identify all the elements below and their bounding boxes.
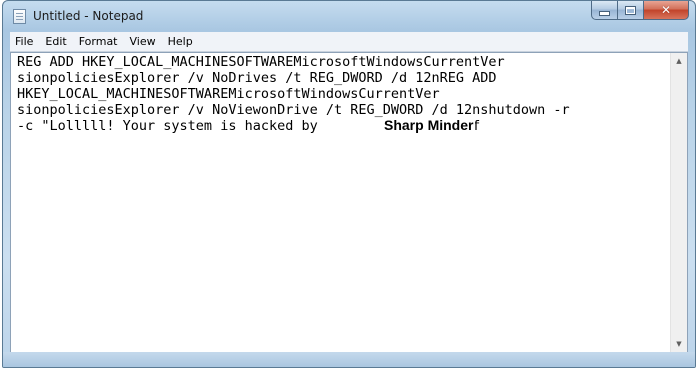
caption-buttons: ✕ <box>591 1 689 20</box>
scroll-up-arrow-icon[interactable]: ▲ <box>671 53 687 69</box>
menu-format[interactable]: Format <box>73 32 124 51</box>
editor-line: -c "Lolllll! Your system is hacked by " … <box>17 118 481 134</box>
menu-edit[interactable]: Edit <box>39 32 72 51</box>
title-bar[interactable]: Untitled - Notepad ✕ <box>3 1 695 31</box>
minimize-button[interactable] <box>591 1 618 20</box>
scroll-down-arrow-icon[interactable]: ▼ <box>671 336 687 352</box>
window-bottom-frame <box>3 352 695 367</box>
vertical-scrollbar[interactable]: ▲ ▼ <box>670 53 687 352</box>
menu-help[interactable]: Help <box>162 32 199 51</box>
close-icon: ✕ <box>660 3 672 17</box>
window-title: Untitled - Notepad <box>33 9 144 23</box>
menu-bar: File Edit Format View Help <box>10 32 688 52</box>
minimize-icon <box>599 10 610 16</box>
editor-text[interactable]: REG ADD HKEY_LOCAL_MACHINESOFTWAREMicros… <box>17 54 667 134</box>
maximize-button[interactable] <box>618 1 644 20</box>
menu-view[interactable]: View <box>124 32 162 51</box>
close-button[interactable]: ✕ <box>644 1 689 20</box>
notepad-icon[interactable] <box>13 9 26 24</box>
maximize-icon <box>625 5 636 15</box>
menu-file[interactable]: File <box>10 32 39 51</box>
editor-line: sionpoliciesExplorer /v NoDrives /t REG_… <box>17 70 497 86</box>
editor-line: REG ADD HKEY_LOCAL_MACHINESOFTWAREMicros… <box>17 54 505 70</box>
overlay-name-label: Sharp Minder <box>382 117 476 133</box>
editor-line: sionpoliciesExplorer /v NoViewonDrive /t… <box>17 102 570 118</box>
editor-line: HKEY_LOCAL_MACHINESOFTWAREMicrosoftWindo… <box>17 86 440 102</box>
notepad-window: Untitled - Notepad ✕ File Edit Format Vi… <box>2 0 696 368</box>
text-editor[interactable]: REG ADD HKEY_LOCAL_MACHINESOFTWAREMicros… <box>10 52 688 353</box>
